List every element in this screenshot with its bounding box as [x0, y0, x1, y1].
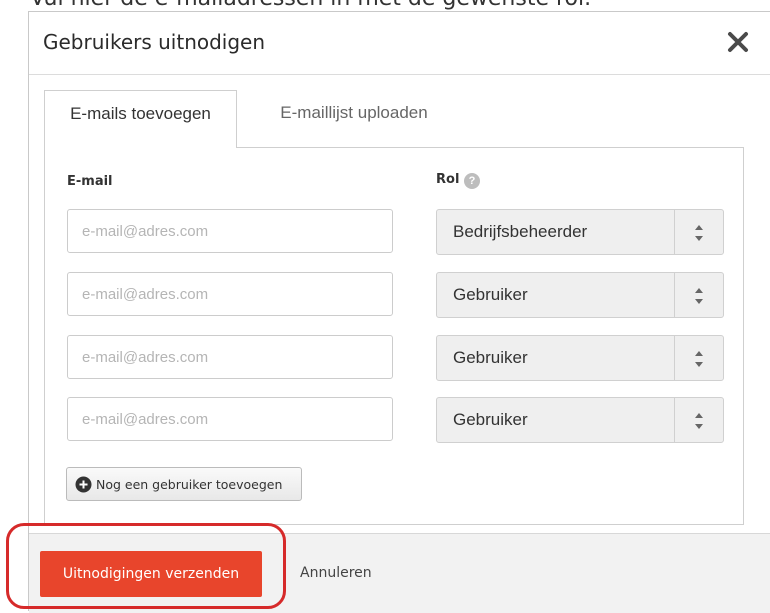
role-select-1[interactable]: Bedrijfsbeheerder	[436, 209, 724, 255]
role-select-value: Bedrijfsbeheerder	[453, 222, 588, 241]
add-user-button[interactable]: Nog een gebruiker toevoegen	[66, 467, 302, 501]
sort-arrows-icon	[675, 336, 723, 380]
close-icon[interactable]	[720, 24, 756, 60]
role-select-value: Gebruiker	[453, 285, 528, 304]
sort-arrows-icon	[675, 273, 723, 317]
instruction-caption: Vul hier de e-mailadressen in met de gew…	[30, 0, 591, 11]
role-select-3[interactable]: Gebruiker	[436, 335, 724, 381]
role-select-value: Gebruiker	[453, 348, 528, 367]
dialog-header: Gebruikers uitnodigen	[29, 12, 770, 75]
invite-users-dialog: Gebruikers uitnodigen E-mails toevoegen …	[28, 11, 770, 613]
tab-bar: E-mails toevoegen E-maillijst uploaden	[44, 90, 744, 148]
email-field-1[interactable]	[67, 209, 393, 253]
dialog-footer: Uitnodigingen verzenden Annuleren	[29, 533, 770, 613]
email-field-2[interactable]	[67, 272, 393, 316]
sort-arrows-icon	[675, 210, 723, 254]
role-select-4[interactable]: Gebruiker	[436, 397, 724, 443]
role-column-label: Rol	[436, 172, 460, 187]
dialog-title: Gebruikers uitnodigen	[43, 30, 266, 54]
add-user-label: Nog een gebruiker toevoegen	[96, 477, 283, 492]
role-select-2[interactable]: Gebruiker	[436, 272, 724, 318]
email-form-panel: E-mail Rol ? Bedrijfsbeheerder Gebruiker…	[44, 147, 744, 525]
email-field-3[interactable]	[67, 335, 393, 379]
tab-upload-email-list[interactable]: E-maillijst uploaden	[254, 90, 454, 148]
sort-arrows-icon	[675, 398, 723, 442]
plus-circle-icon	[75, 476, 92, 493]
tab-add-emails[interactable]: E-mails toevoegen	[44, 90, 237, 148]
email-column-label: E-mail	[67, 174, 113, 189]
question-icon[interactable]: ?	[464, 173, 480, 189]
role-select-value: Gebruiker	[453, 410, 528, 429]
cancel-link[interactable]: Annuleren	[300, 565, 372, 581]
email-field-4[interactable]	[67, 397, 393, 441]
send-invitations-button[interactable]: Uitnodigingen verzenden	[40, 551, 262, 597]
